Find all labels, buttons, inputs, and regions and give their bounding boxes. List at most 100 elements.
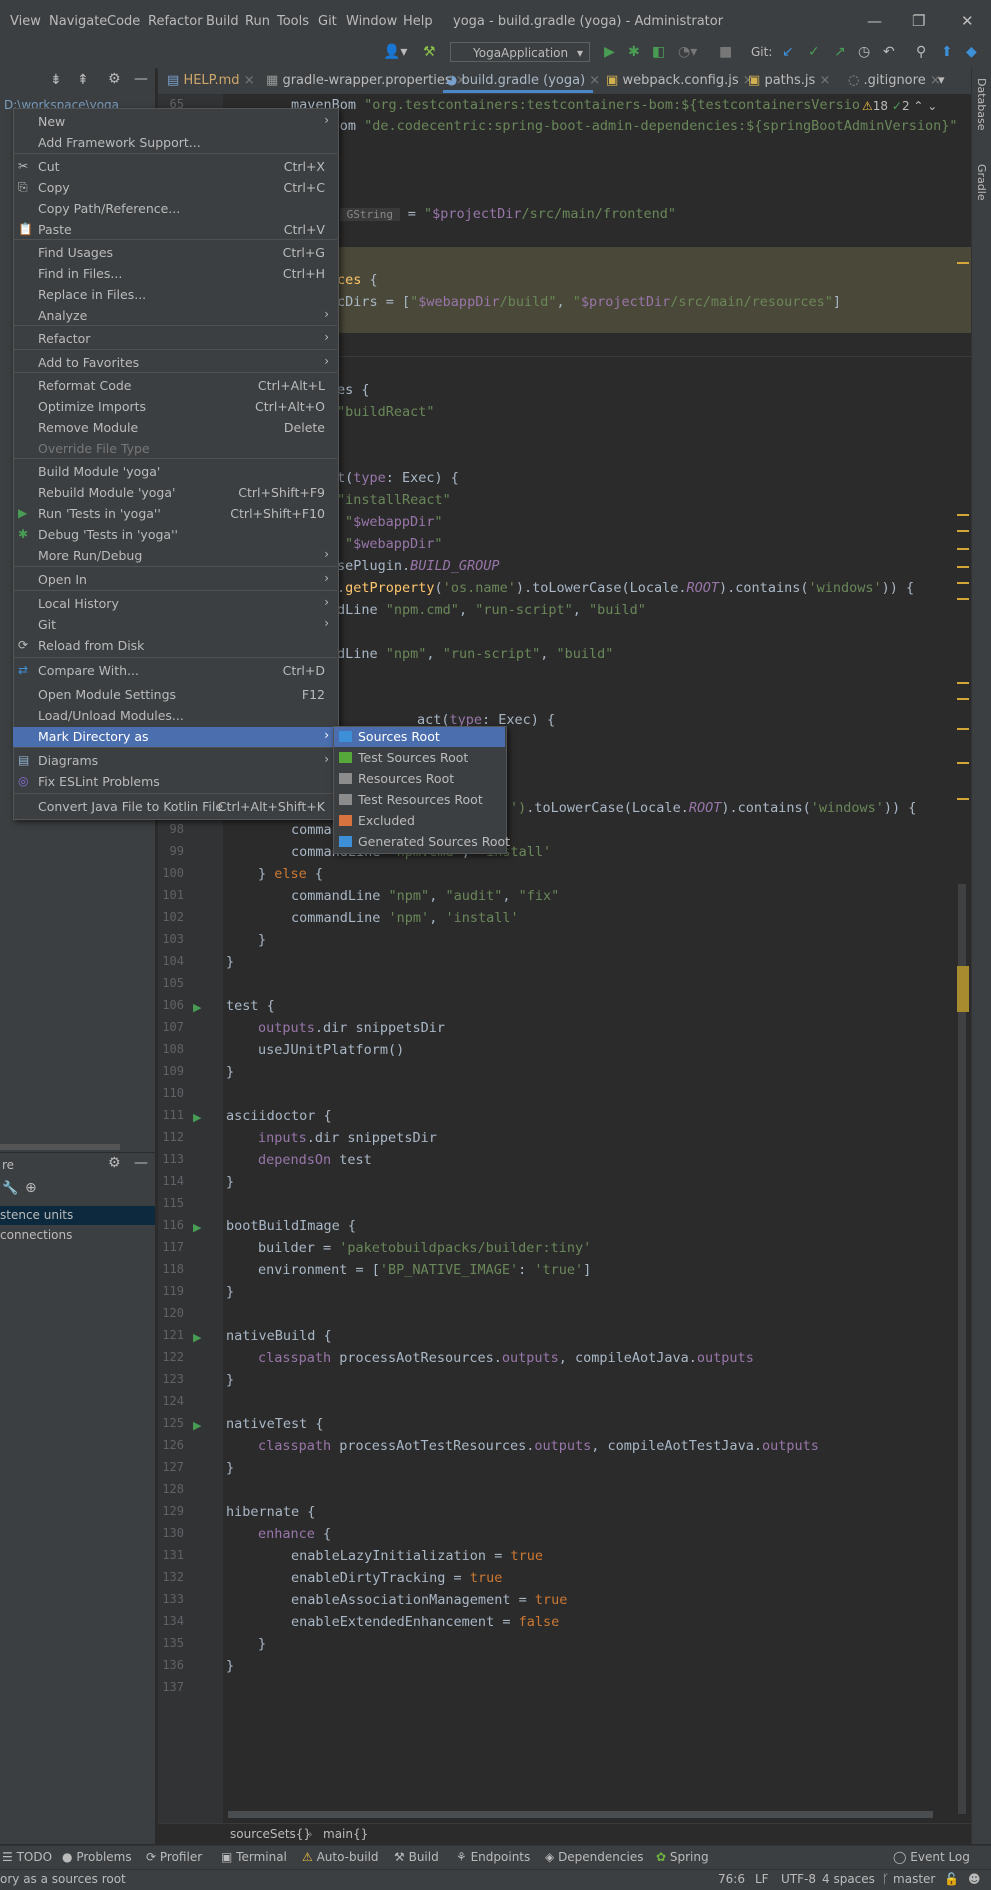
line-separator[interactable]: LF — [755, 1872, 769, 1886]
tab-overflow-icon[interactable]: ▾ — [938, 73, 945, 88]
context-menu-item[interactable]: Load/Unload Modules... — [13, 706, 337, 726]
close-icon[interactable]: ✕ — [961, 12, 974, 30]
context-menu-item[interactable]: ⟳ Reload from Disk — [13, 636, 337, 656]
run-gutter-icon[interactable]: ▶ — [193, 1331, 201, 1344]
menu-tools[interactable]: Tools — [277, 14, 309, 29]
context-menu-item[interactable]: Refactor › — [13, 329, 337, 349]
run-icon[interactable]: ▶ — [604, 44, 615, 60]
git-push-icon[interactable]: ↗ — [834, 44, 846, 60]
menu-view[interactable]: View — [10, 14, 41, 29]
problems-tool-button[interactable]: ● Problems — [62, 1850, 132, 1864]
editor-horizontal-scrollbar[interactable] — [228, 1811, 933, 1818]
context-menu-item[interactable]: Open In › — [13, 570, 337, 590]
menu-help[interactable]: Help — [403, 14, 433, 29]
target-icon[interactable]: ⊕ — [25, 1180, 37, 1196]
menu-code[interactable]: Code — [107, 14, 140, 29]
context-menu-item[interactable]: 📋 Paste Ctrl+V — [13, 220, 337, 240]
breadcrumb-item[interactable]: main{} — [323, 1827, 368, 1841]
expand-all-icon[interactable]: ⇞ — [77, 72, 89, 88]
minimize-icon[interactable]: — — [867, 12, 882, 30]
todo-tool-button[interactable]: ☰ TODO — [2, 1850, 52, 1864]
user-icon[interactable]: 👤▾ — [383, 44, 407, 60]
context-menu-item[interactable]: Remove Module Delete — [13, 418, 337, 438]
rollback-icon[interactable]: ↶ — [883, 44, 895, 60]
hammer-icon[interactable]: ⚒ — [423, 44, 436, 60]
tab-build-gradle[interactable]: ◕ build.gradle (yoga) × — [446, 73, 600, 88]
file-encoding[interactable]: UTF-8 — [781, 1872, 816, 1886]
tab-close-icon[interactable]: × — [589, 73, 600, 88]
gear-icon[interactable]: ⚙ — [108, 71, 121, 87]
menu-refactor[interactable]: Refactor — [148, 14, 203, 29]
tab-help-md[interactable]: ▤ HELP.md × — [167, 73, 255, 88]
context-menu-item[interactable]: Find in Files... Ctrl+H — [13, 264, 337, 284]
event-log-tool-button[interactable]: ◯ Event Log — [893, 1850, 970, 1864]
collapse-all-icon[interactable]: ⇟ — [50, 72, 62, 88]
stop-icon[interactable]: ■ — [719, 44, 732, 60]
context-menu-item[interactable]: Mark Directory as › — [13, 727, 337, 747]
profile-icon[interactable]: ◔▾ — [678, 44, 697, 60]
submenu-item[interactable]: Excluded — [334, 811, 505, 831]
terminal-tool-button[interactable]: ▣ Terminal — [221, 1850, 287, 1864]
tab-close-icon[interactable]: × — [819, 73, 830, 88]
context-menu-item[interactable]: ⎘ Copy Ctrl+C — [13, 178, 337, 198]
context-menu-item[interactable]: ◎ Fix ESLint Problems — [13, 772, 337, 792]
structure-gear-icon[interactable]: ⚙ — [108, 1155, 121, 1171]
spring-tool-button[interactable]: ✿ Spring — [656, 1850, 709, 1864]
plugin-icon[interactable]: ◆ — [966, 44, 977, 60]
inspection-widget[interactable]: ⚠18 ✓2 ⌃ ⌄ — [862, 99, 937, 113]
context-menu-item[interactable]: Add Framework Support... — [13, 133, 337, 153]
run-gutter-icon[interactable]: ▶ — [193, 1221, 201, 1234]
context-menu-item[interactable]: ▶ Run 'Tests in 'yoga'' Ctrl+Shift+F10 — [13, 504, 337, 524]
context-menu-item[interactable]: Build Module 'yoga' — [13, 462, 337, 482]
dependencies-tool-button[interactable]: ◈ Dependencies — [545, 1850, 643, 1864]
context-menu-item[interactable]: ▤ Diagrams › — [13, 751, 337, 771]
context-menu-item[interactable]: ⇄ Compare With... Ctrl+D — [13, 661, 337, 681]
tab-paths-js[interactable]: ▣ paths.js × — [748, 73, 830, 88]
structure-hide-icon[interactable]: — — [134, 1155, 148, 1171]
menu-run[interactable]: Run — [245, 14, 270, 29]
debug-icon[interactable]: ✱ — [628, 44, 640, 60]
context-menu-item[interactable]: Local History › — [13, 594, 337, 614]
tab-close-icon[interactable]: × — [244, 73, 255, 88]
coverage-icon[interactable]: ◧ — [652, 44, 665, 60]
run-gutter-icon[interactable]: ▶ — [193, 1001, 201, 1014]
git-update-icon[interactable]: ↙ — [782, 44, 794, 60]
context-menu-item[interactable]: Analyze › — [13, 306, 337, 326]
caret-position[interactable]: 76:6 — [718, 1872, 745, 1886]
submenu-item[interactable]: Test Sources Root — [334, 748, 505, 768]
inspector-icon[interactable]: ☻ — [968, 1872, 981, 1886]
horizontal-scrollbar[interactable] — [0, 1144, 120, 1150]
database-tool-tab[interactable]: Database — [975, 78, 988, 131]
tree-item-connections[interactable]: connections — [0, 1228, 72, 1242]
submenu-item[interactable]: Resources Root — [334, 769, 505, 789]
lock-icon[interactable]: 🔓 — [944, 1872, 959, 1886]
update-icon[interactable]: ⬆ — [941, 44, 953, 60]
context-menu-item[interactable]: New › — [13, 112, 337, 132]
gradle-tool-tab[interactable]: Gradle — [975, 164, 988, 201]
context-menu-item[interactable]: ✱ Debug 'Tests in 'yoga'' — [13, 525, 337, 545]
context-menu-item[interactable]: Convert Java File to Kotlin File Ctrl+Alt… — [13, 797, 337, 817]
context-menu-item[interactable]: Git › — [13, 615, 337, 635]
breadcrumb-item[interactable]: sourceSets{} — [230, 1827, 311, 1841]
editor-vertical-scrollbar[interactable] — [958, 884, 966, 1814]
tree-item-persistence-units[interactable]: stence units — [0, 1208, 73, 1222]
history-icon[interactable]: ◷ — [858, 44, 870, 60]
menu-build[interactable]: Build — [206, 14, 239, 29]
context-menu-item[interactable]: Find Usages Ctrl+G — [13, 243, 337, 263]
context-menu-item[interactable]: Rebuild Module 'yoga' Ctrl+Shift+F9 — [13, 483, 337, 503]
indent-setting[interactable]: 4 spaces — [822, 1872, 875, 1886]
run-gutter-icon[interactable]: ▶ — [193, 1111, 201, 1124]
git-commit-icon[interactable]: ✓ — [808, 44, 820, 60]
submenu-item[interactable]: Test Resources Root — [334, 790, 505, 810]
scroll-position-marker[interactable] — [957, 966, 969, 1012]
context-menu-item[interactable]: ✂ Cut Ctrl+X — [13, 157, 337, 177]
menu-navigate[interactable]: Navigate — [49, 14, 107, 29]
build-tool-button[interactable]: ⚒ Build — [394, 1850, 439, 1864]
context-menu-item[interactable]: Optimize Imports Ctrl+Alt+O — [13, 397, 337, 417]
tab-webpack-config[interactable]: ▣ webpack.config.js × — [606, 73, 754, 88]
menu-git[interactable]: Git — [318, 14, 337, 29]
context-menu-item[interactable]: Copy Path/Reference... — [13, 199, 337, 219]
tab-gradle-wrapper[interactable]: ▦ gradle-wrapper.properties × — [266, 73, 467, 88]
run-gutter-icon[interactable]: ▶ — [193, 1419, 201, 1432]
context-menu-item[interactable]: Replace in Files... — [13, 285, 337, 305]
